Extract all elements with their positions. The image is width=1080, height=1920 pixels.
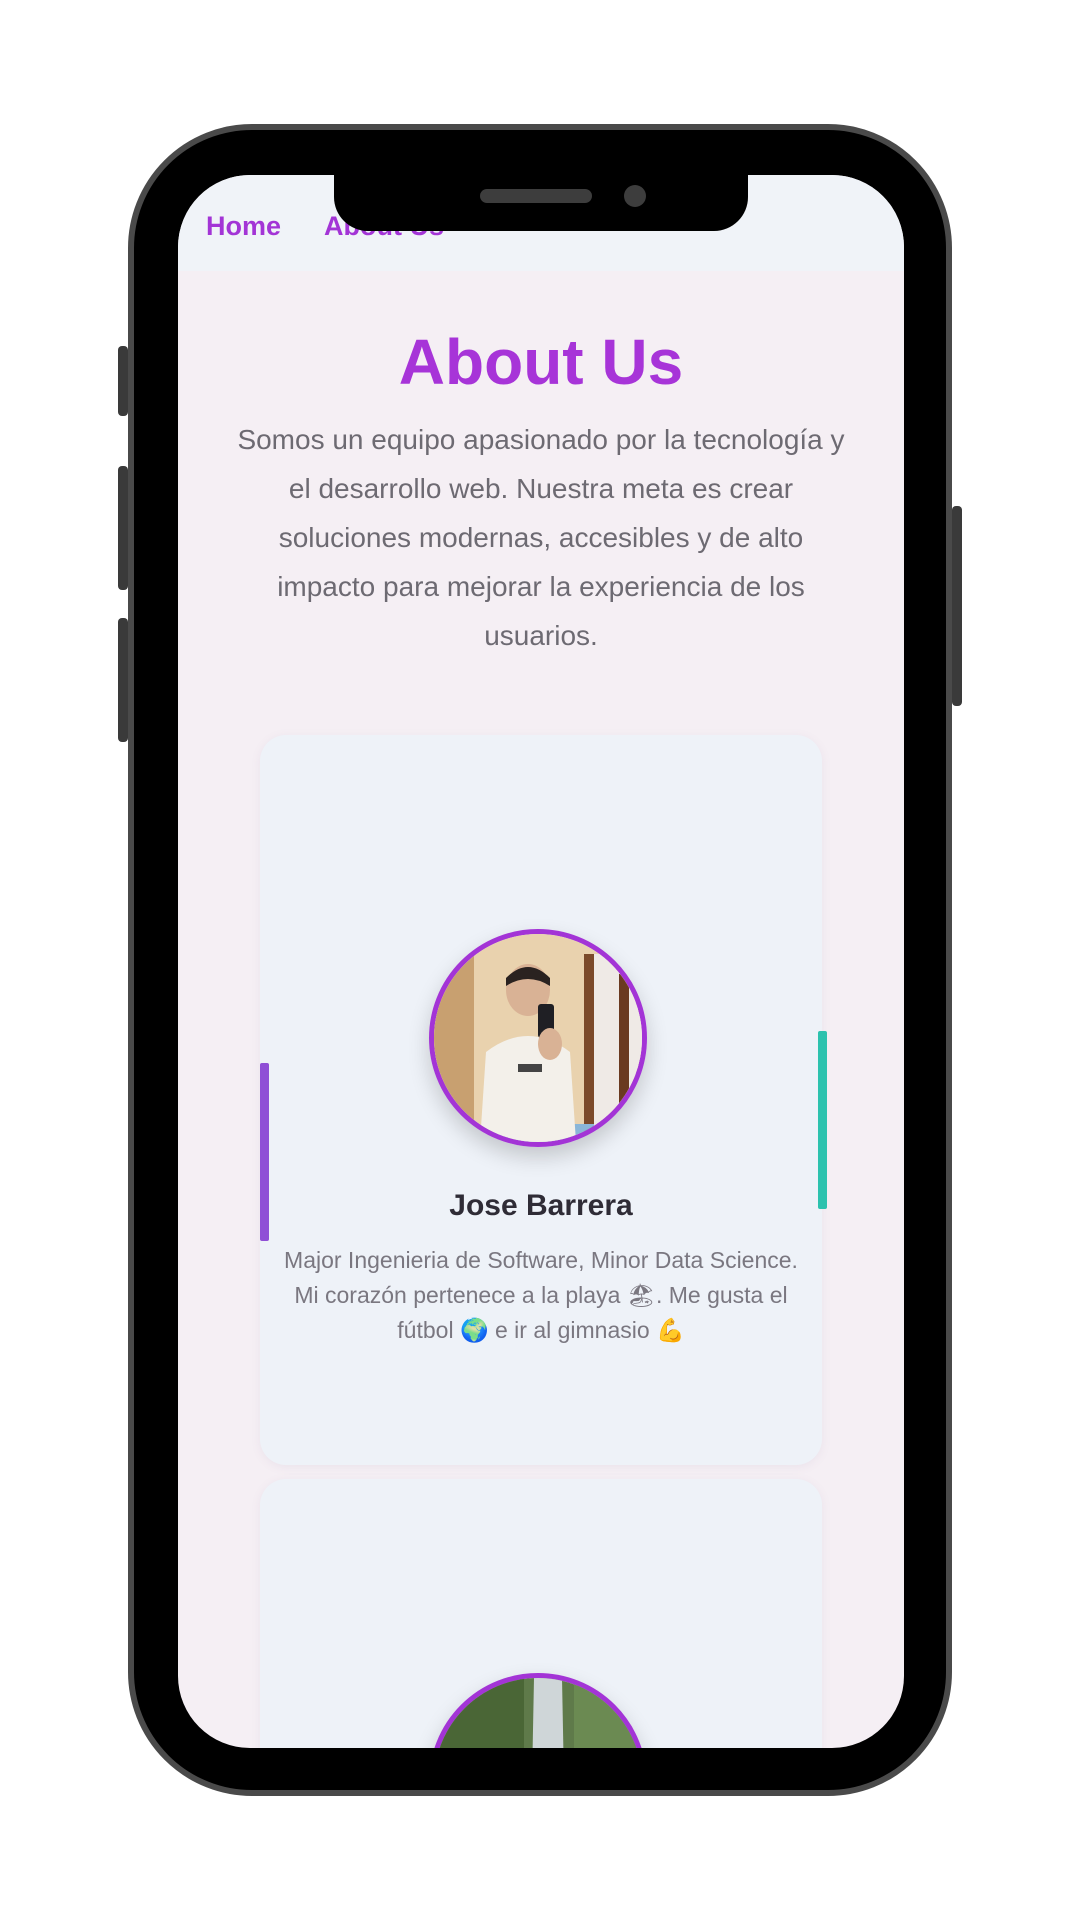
- speaker-grille: [480, 189, 592, 203]
- member-name: Jose Barrera: [449, 1189, 633, 1222]
- phone-notch: [334, 175, 748, 231]
- member-bio: Major Ingenieria de Software, Minor Data…: [284, 1247, 798, 1343]
- card-accent-bar-right: [818, 1031, 827, 1209]
- phone-screen: Home About Us About Us Somos un equipo a…: [178, 175, 904, 1748]
- avatar-photo: [434, 934, 642, 1142]
- avatar: [429, 929, 647, 1147]
- intro-text: Somos un equipo apasionado por la tecnol…: [237, 424, 845, 651]
- phone-volume-up-button: [118, 466, 128, 590]
- page-title: About Us: [398, 326, 684, 398]
- nav-home-link[interactable]: Home: [206, 211, 281, 242]
- phone-volume-down-button: [118, 618, 128, 742]
- front-camera: [624, 185, 646, 207]
- phone-silent-switch: [118, 346, 128, 416]
- phone-power-button: [952, 506, 962, 706]
